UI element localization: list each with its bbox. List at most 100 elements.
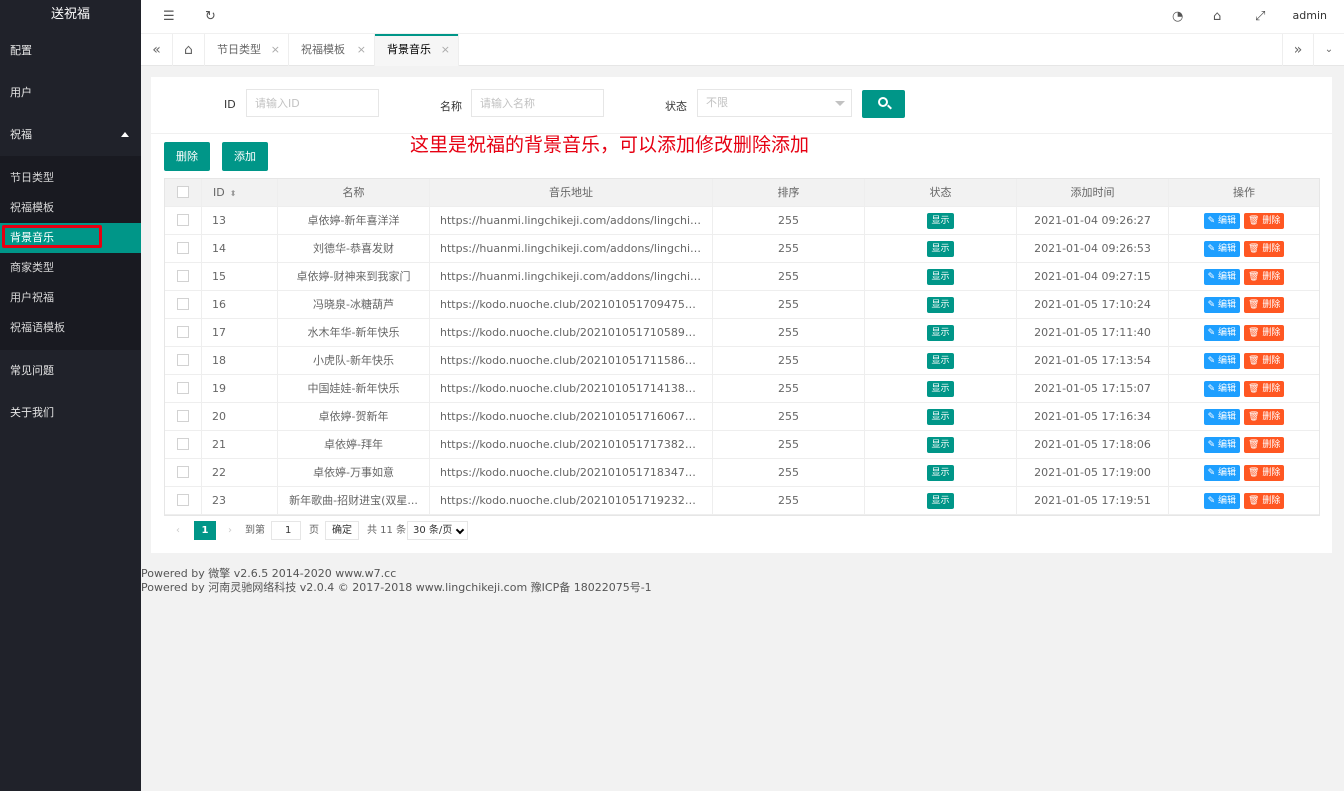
row-checkbox-cell <box>165 375 202 403</box>
status-badge[interactable]: 显示 <box>927 437 954 453</box>
delete-button[interactable]: 删除 <box>164 142 210 171</box>
page-number-current[interactable]: 1 <box>194 521 216 540</box>
tab-scroll-right-icon[interactable]: » <box>1282 34 1314 66</box>
row-checkbox[interactable] <box>177 242 189 254</box>
refresh-icon[interactable]: ↻ <box>205 9 216 24</box>
next-page-icon[interactable]: › <box>228 521 232 541</box>
cell-actions: ✎ 编辑 🗑 删除 <box>1169 235 1319 263</box>
sidebar-item-blessing-text-template[interactable]: 祝福语模板 <box>0 313 141 343</box>
header-checkbox-cell <box>165 179 202 207</box>
status-badge[interactable]: 显示 <box>927 325 954 341</box>
row-checkbox[interactable] <box>177 438 189 450</box>
delete-row-button[interactable]: 🗑 删除 <box>1244 353 1285 369</box>
status-badge[interactable]: 显示 <box>927 241 954 257</box>
menu-fold-icon[interactable]: ☰ <box>163 9 175 24</box>
delete-row-button[interactable]: 🗑 删除 <box>1244 381 1285 397</box>
cell-id: 20 <box>202 403 278 431</box>
page-size-select[interactable]: 30 条/页 <box>407 521 468 540</box>
filter-status-select[interactable]: 不限 <box>697 89 852 117</box>
delete-row-button[interactable]: 🗑 删除 <box>1244 269 1285 285</box>
delete-row-button[interactable]: 🗑 删除 <box>1244 409 1285 425</box>
row-checkbox[interactable] <box>177 382 189 394</box>
table-row: 16 冯晓泉-冰糖葫芦 https://kodo.nuoche.club/20210… <box>165 291 1319 319</box>
tab-blessing-template[interactable]: 祝福模板 × <box>289 34 375 66</box>
sidebar-item-blessing[interactable]: 祝福 <box>0 114 141 156</box>
sidebar-item-merchant-type[interactable]: 商家类型 <box>0 253 141 283</box>
row-checkbox[interactable] <box>177 354 189 366</box>
row-checkbox[interactable] <box>177 298 189 310</box>
edit-button[interactable]: ✎ 编辑 <box>1203 213 1241 229</box>
delete-row-button[interactable]: 🗑 删除 <box>1244 465 1285 481</box>
status-badge[interactable]: 显示 <box>927 213 954 229</box>
cell-time: 2021-01-05 17:15:07 <box>1017 375 1169 403</box>
status-badge[interactable]: 显示 <box>927 353 954 369</box>
close-icon[interactable]: × <box>441 34 450 66</box>
status-badge[interactable]: 显示 <box>927 269 954 285</box>
status-badge[interactable]: 显示 <box>927 297 954 313</box>
filter-name-input[interactable] <box>471 89 604 117</box>
row-checkbox[interactable] <box>177 494 189 506</box>
cell-id: 14 <box>202 235 278 263</box>
sort-icon[interactable]: ⬍ <box>230 180 237 207</box>
edit-button[interactable]: ✎ 编辑 <box>1203 381 1241 397</box>
search-button[interactable] <box>862 90 905 118</box>
delete-row-button[interactable]: 🗑 删除 <box>1244 297 1285 313</box>
row-checkbox[interactable] <box>177 214 189 226</box>
filter-id-input[interactable] <box>246 89 379 117</box>
row-checkbox[interactable] <box>177 270 189 282</box>
home-icon[interactable]: ⌂ <box>173 34 205 66</box>
tab-festival-type[interactable]: 节日类型 × <box>205 34 289 66</box>
edit-button[interactable]: ✎ 编辑 <box>1203 493 1241 509</box>
cell-actions: ✎ 编辑 🗑 删除 <box>1169 403 1319 431</box>
delete-row-button[interactable]: 🗑 删除 <box>1244 325 1285 341</box>
header-id[interactable]: ID ⬍ <box>202 179 278 207</box>
edit-button[interactable]: ✎ 编辑 <box>1203 269 1241 285</box>
theme-icon[interactable]: ◔ <box>1172 9 1183 24</box>
goto-page-input[interactable]: 1 <box>271 521 301 540</box>
cell-name: 水木年华-新年快乐 <box>278 319 430 347</box>
cell-url: https://kodo.nuoche.club/202101051710589… <box>430 319 713 347</box>
cell-status: 显示 <box>865 487 1017 515</box>
close-icon[interactable]: × <box>271 34 280 66</box>
edit-button[interactable]: ✎ 编辑 <box>1203 297 1241 313</box>
table-row: 20 卓依婷-贺新年 https://kodo.nuoche.club/202101… <box>165 403 1319 431</box>
delete-row-button[interactable]: 🗑 删除 <box>1244 213 1285 229</box>
sidebar-item-about[interactable]: 关于我们 <box>0 392 141 434</box>
sidebar-item-user-blessing[interactable]: 用户祝福 <box>0 283 141 313</box>
cell-url: https://kodo.nuoche.club/202101051719232… <box>430 487 713 515</box>
select-all-checkbox[interactable] <box>177 186 189 198</box>
edit-button[interactable]: ✎ 编辑 <box>1203 409 1241 425</box>
sidebar-item-blessing-template[interactable]: 祝福模板 <box>0 193 141 223</box>
row-checkbox[interactable] <box>177 326 189 338</box>
fullscreen-icon[interactable]: ⤢ <box>1255 9 1265 24</box>
add-button[interactable]: 添加 <box>222 142 268 171</box>
edit-button[interactable]: ✎ 编辑 <box>1203 437 1241 453</box>
cell-url: https://kodo.nuoche.club/202101051709475… <box>430 291 713 319</box>
tab-background-music[interactable]: 背景音乐 × <box>375 34 459 66</box>
sidebar-item-user[interactable]: 用户 <box>0 72 141 114</box>
close-icon[interactable]: × <box>357 34 366 66</box>
prev-page-icon[interactable]: ‹ <box>176 521 180 541</box>
tag-icon[interactable]: ⌂ <box>1213 9 1221 24</box>
row-checkbox[interactable] <box>177 410 189 422</box>
sidebar-item-faq[interactable]: 常见问题 <box>0 350 141 392</box>
chevron-down-icon[interactable]: ⌄ <box>1314 34 1344 66</box>
edit-button[interactable]: ✎ 编辑 <box>1203 465 1241 481</box>
goto-confirm-button[interactable]: 确定 <box>325 521 359 540</box>
table-row: 23 新年歌曲-招财进宝(双星... https://kodo.nuoche.clu… <box>165 487 1319 515</box>
edit-button[interactable]: ✎ 编辑 <box>1203 353 1241 369</box>
user-menu[interactable]: admin <box>1293 9 1327 22</box>
delete-row-button[interactable]: 🗑 删除 <box>1244 493 1285 509</box>
edit-button[interactable]: ✎ 编辑 <box>1203 241 1241 257</box>
delete-row-button[interactable]: 🗑 删除 <box>1244 437 1285 453</box>
delete-row-button[interactable]: 🗑 删除 <box>1244 241 1285 257</box>
status-badge[interactable]: 显示 <box>927 493 954 509</box>
status-badge[interactable]: 显示 <box>927 409 954 425</box>
sidebar-item-festival-type[interactable]: 节日类型 <box>0 163 141 193</box>
status-badge[interactable]: 显示 <box>927 465 954 481</box>
tab-scroll-left-icon[interactable]: « <box>141 34 173 66</box>
edit-button[interactable]: ✎ 编辑 <box>1203 325 1241 341</box>
sidebar-item-config[interactable]: 配置 <box>0 30 141 72</box>
status-badge[interactable]: 显示 <box>927 381 954 397</box>
row-checkbox[interactable] <box>177 466 189 478</box>
